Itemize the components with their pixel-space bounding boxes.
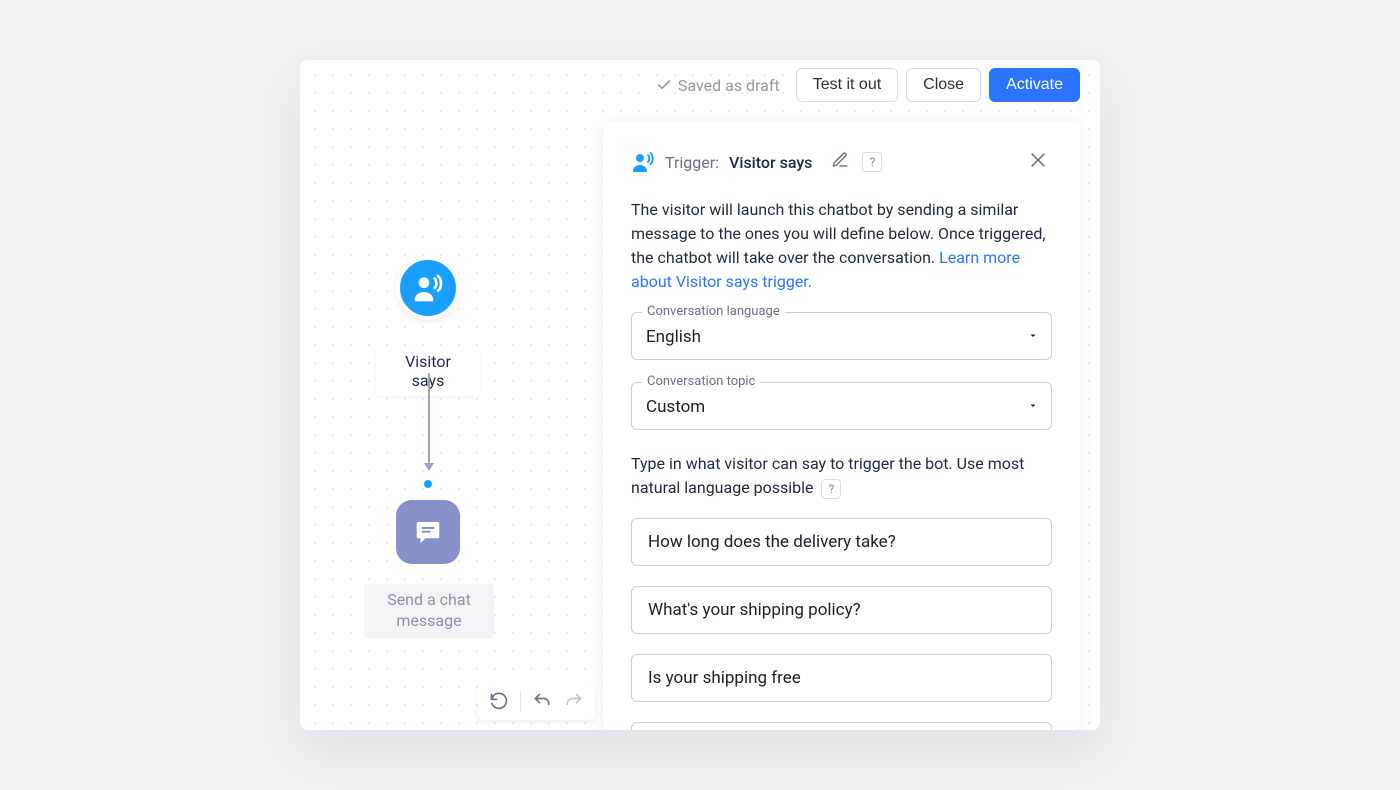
edit-trigger-button[interactable] <box>828 148 852 176</box>
trigger-value: Visitor says <box>729 153 812 172</box>
phrase-input[interactable]: How long does the delivery take? <box>631 518 1052 566</box>
action-node-icon-wrap <box>396 500 460 564</box>
panel-description: The visitor will launch this chatbot by … <box>631 198 1052 294</box>
phrase-input[interactable]: Shipping <box>631 722 1052 730</box>
panel-header: Trigger: Visitor says ? <box>631 146 1052 178</box>
top-toolbar: Saved as draft Test it out Close Activat… <box>656 68 1080 102</box>
trigger-node-icon-wrap <box>396 256 460 320</box>
check-icon <box>656 77 672 93</box>
reset-button[interactable] <box>486 688 512 714</box>
help-trigger-button[interactable]: ? <box>862 152 882 172</box>
phrase-input[interactable]: What's your shipping policy? <box>631 586 1052 634</box>
action-node[interactable] <box>396 500 460 564</box>
person-speaking-icon <box>412 272 444 304</box>
action-node-label: Send a chat message <box>364 584 494 638</box>
undo-icon <box>532 691 552 711</box>
undo-button[interactable] <box>529 688 555 714</box>
separator <box>520 691 521 711</box>
phrase-input[interactable]: Is your shipping free <box>631 654 1052 702</box>
person-speaking-icon <box>631 150 655 174</box>
phrase-instruction: Type in what visitor can say to trigger … <box>631 452 1052 500</box>
activate-button[interactable]: Activate <box>989 68 1080 102</box>
saved-status: Saved as draft <box>656 76 780 95</box>
pencil-icon <box>831 151 849 169</box>
chat-message-icon <box>413 517 443 547</box>
chatbot-editor: Saved as draft Test it out Close Activat… <box>300 60 1100 730</box>
trigger-node[interactable] <box>396 256 460 320</box>
test-button[interactable]: Test it out <box>796 68 898 102</box>
language-label: Conversation language <box>642 304 785 319</box>
language-value: English <box>646 327 701 347</box>
trigger-label: Trigger: <box>665 153 719 172</box>
connector-dot <box>424 480 432 488</box>
flow-connector <box>428 373 430 465</box>
close-panel-button[interactable] <box>1024 146 1052 178</box>
trigger-config-panel: Trigger: Visitor says ? The visitor will… <box>603 122 1080 730</box>
history-bar <box>478 682 595 720</box>
close-icon <box>1028 150 1048 170</box>
language-select[interactable]: Conversation language English <box>631 312 1052 360</box>
chevron-down-icon <box>1027 397 1039 416</box>
chevron-down-icon <box>1027 327 1039 346</box>
redo-icon <box>564 691 584 711</box>
action-node-label-wrap: Send a chat message <box>354 574 504 638</box>
topic-value: Custom <box>646 397 705 417</box>
help-phrases-button[interactable]: ? <box>821 479 841 499</box>
reset-icon <box>489 691 509 711</box>
topic-select[interactable]: Conversation topic Custom <box>631 382 1052 430</box>
close-button[interactable]: Close <box>906 68 981 102</box>
saved-label: Saved as draft <box>678 76 780 95</box>
topic-label: Conversation topic <box>642 374 760 389</box>
redo-button[interactable] <box>561 688 587 714</box>
